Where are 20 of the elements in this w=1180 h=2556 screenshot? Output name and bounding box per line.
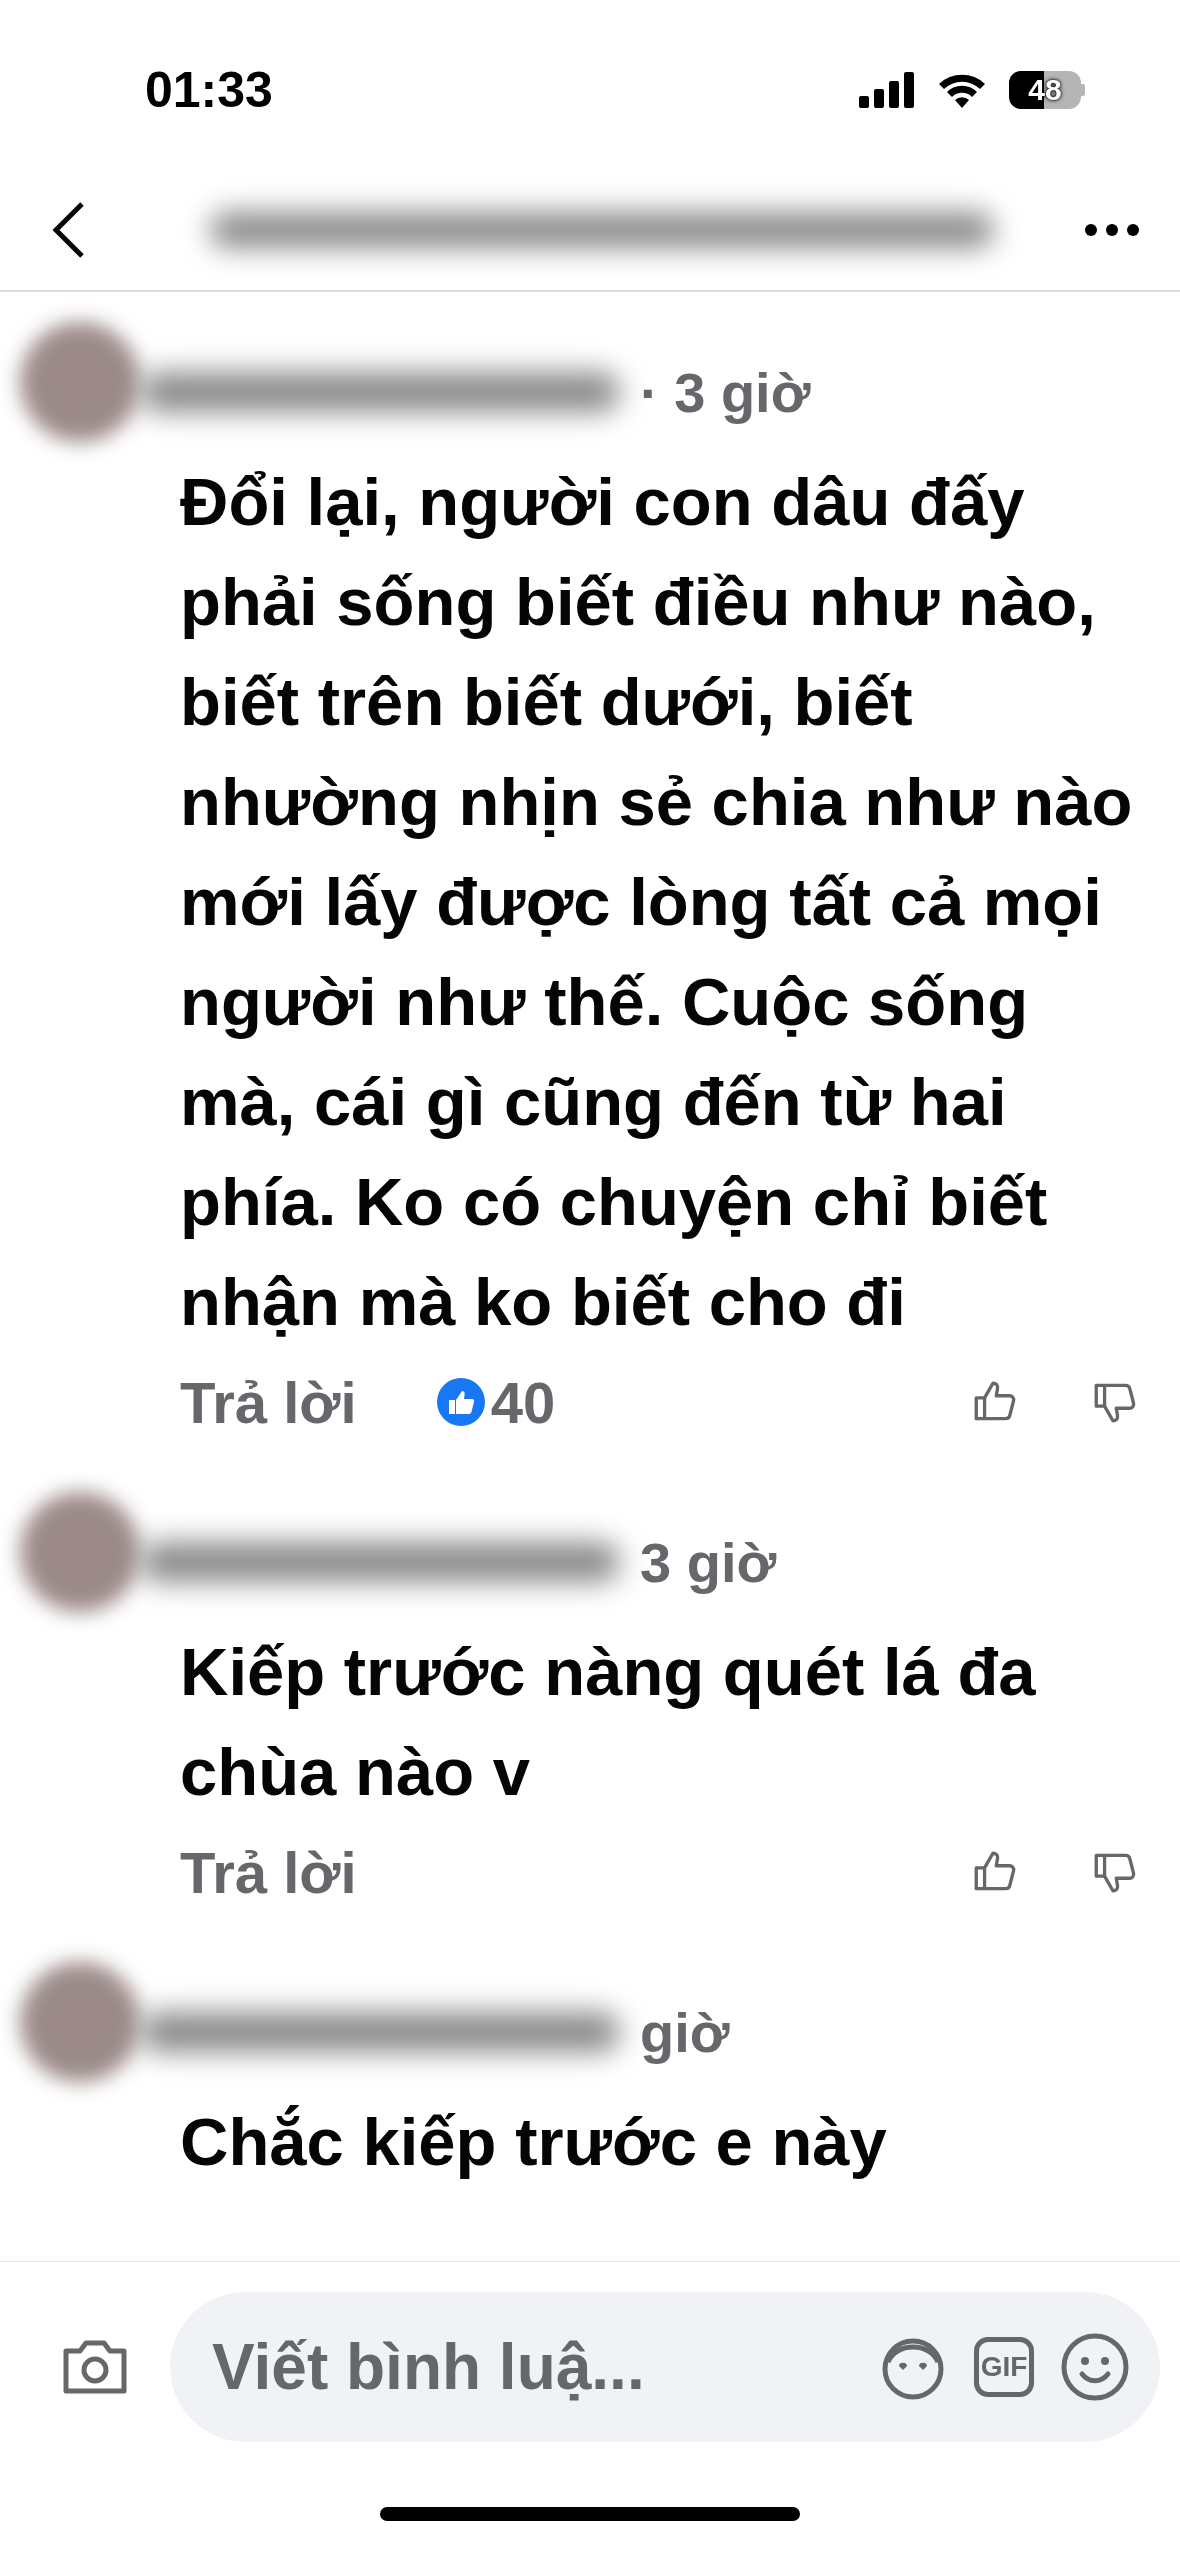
status-time: 01:33 [145, 61, 273, 119]
reply-link[interactable]: Trả lời [180, 1368, 357, 1436]
like-badge-icon [436, 1378, 485, 1426]
comment-time: 3 giờ [640, 1529, 777, 1595]
comment-text: Đổi lại, người con dâu đấy phải sống biết điều như nào, biết trên biết dưới, biết nhường nhịn sẻ chia như nào mới lấy được lòng tất cả mọi người như thế. Cuộc sống mà, cái gì cũng đến từ hai phía. Ko có chuyện chỉ biết nhận mà ko biết cho đi [180, 463, 1134, 1341]
avatar[interactable] [20, 322, 140, 442]
reply-link[interactable]: Trả lời [180, 1838, 357, 1906]
like-count: 40 [490, 1368, 556, 1436]
comment-text: Kiếp trước nàng quét lá đa chùa nào v [180, 1633, 1037, 1811]
signal-icon [859, 72, 915, 108]
gif-icon[interactable]: GIF [974, 2337, 1034, 2397]
avatar[interactable] [20, 1962, 140, 2082]
more-icon[interactable] [1084, 223, 1140, 237]
wifi-icon [937, 72, 987, 108]
smiley-icon[interactable] [1060, 2332, 1130, 2402]
avatar[interactable] [20, 1492, 140, 1612]
comment-time: giờ [640, 1999, 730, 2065]
comment-field[interactable]: Viết bình luậ... GIF [170, 2292, 1160, 2442]
comment-text: Chắc kiếp trước e này [180, 2103, 888, 2181]
comment-time: · 3 giờ [640, 359, 811, 425]
